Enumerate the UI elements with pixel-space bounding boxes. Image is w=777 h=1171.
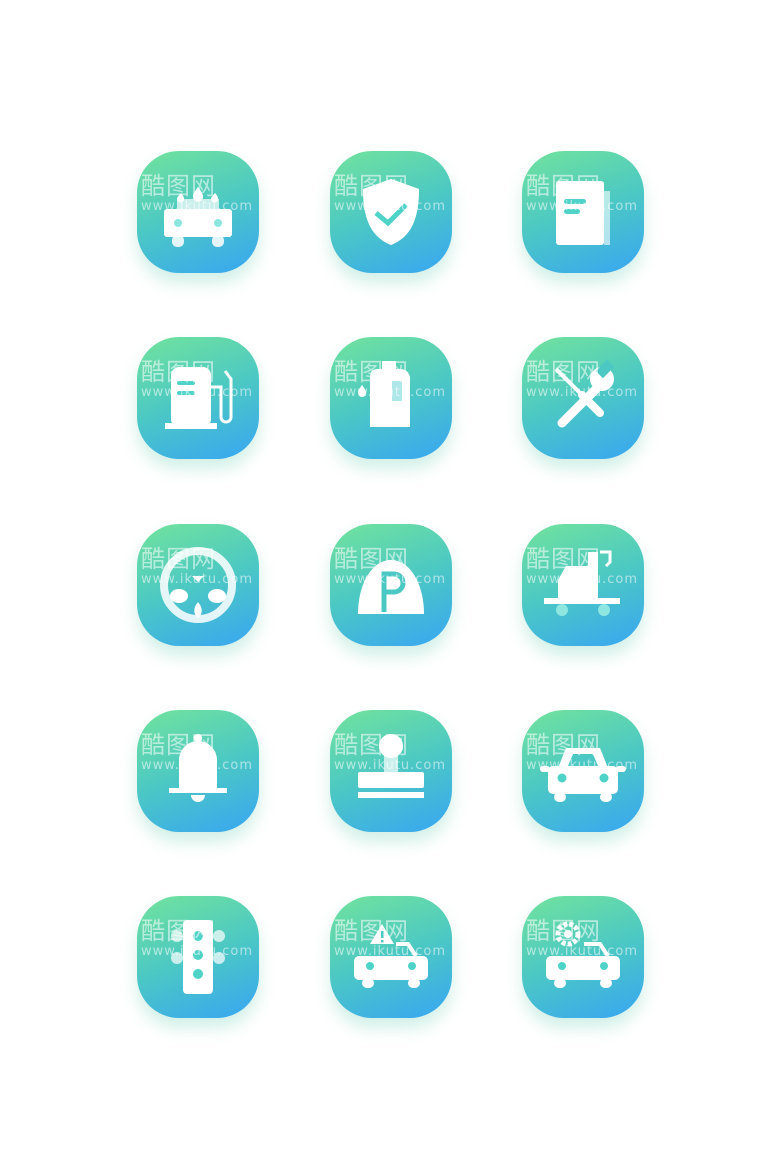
app-icon-tile[interactable] [330, 896, 452, 1018]
app-icon-tile[interactable] [137, 151, 259, 273]
app-icon-tile[interactable] [522, 337, 644, 459]
app-icon-tile[interactable] [137, 896, 259, 1018]
car-warning-icon [354, 924, 428, 988]
car-wash-icon [164, 187, 232, 247]
app-icon-tile[interactable] [522, 896, 644, 1018]
app-icon-tile[interactable] [522, 710, 644, 832]
app-icon-tile[interactable] [330, 337, 452, 459]
shield-check-icon [363, 179, 419, 245]
document-icon [556, 181, 610, 245]
wrench-screwdriver-icon [554, 359, 615, 428]
app-icon-tile[interactable] [522, 151, 644, 273]
app-icon-tile[interactable] [137, 337, 259, 459]
app-icon-tile[interactable] [330, 524, 452, 646]
traffic-light-icon [171, 920, 225, 994]
fuel-pump-icon [165, 367, 233, 429]
app-icon-tile[interactable] [137, 524, 259, 646]
car-settings-icon [546, 921, 620, 988]
oil-can-icon [358, 361, 410, 427]
tow-truck-icon [544, 550, 620, 616]
app-icon-tile[interactable] [330, 710, 452, 832]
bell-icon [169, 734, 227, 802]
app-icon-tile[interactable] [330, 151, 452, 273]
stamp-icon [358, 734, 424, 798]
parking-icon [358, 560, 424, 614]
car-icon [540, 748, 626, 802]
steering-wheel-icon [160, 547, 236, 623]
app-icon-tile[interactable] [522, 524, 644, 646]
app-icon-tile[interactable] [137, 710, 259, 832]
